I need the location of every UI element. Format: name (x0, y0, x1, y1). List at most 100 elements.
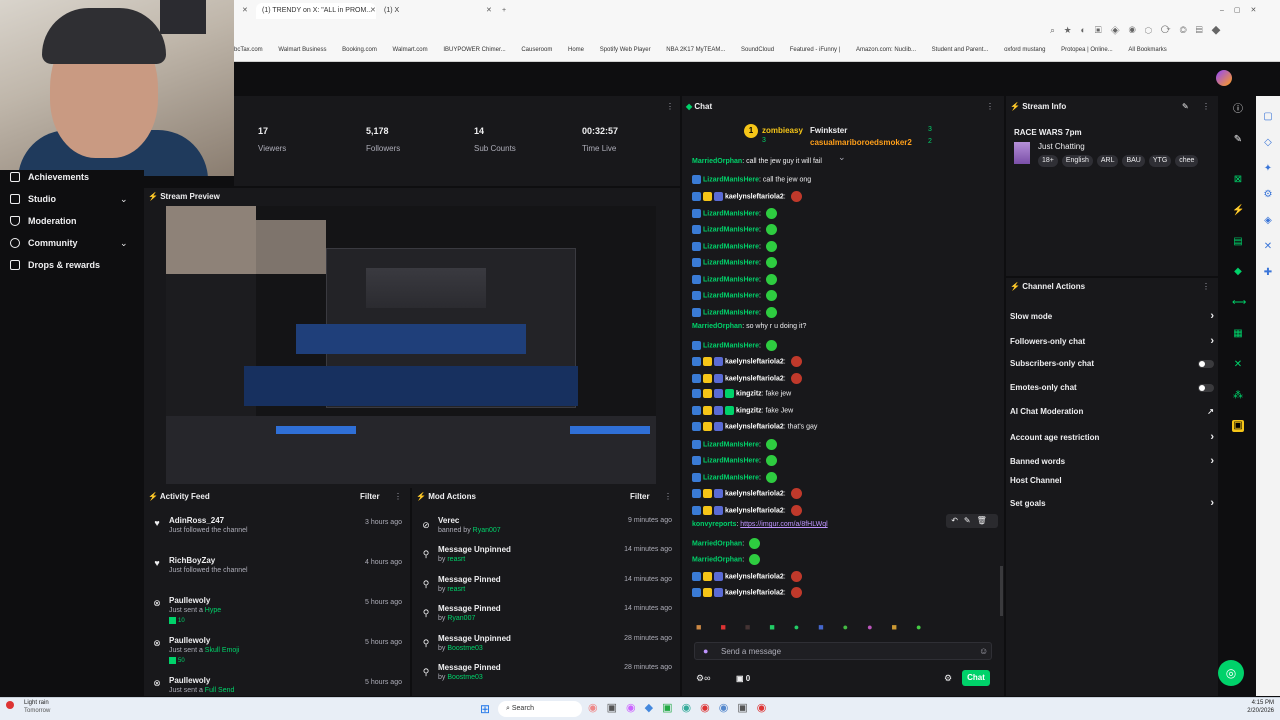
chat-username[interactable]: LizardManIsHere (703, 441, 759, 448)
new-tab-icon[interactable]: + (496, 3, 510, 19)
chat-username[interactable]: kaelynsleftariola2 (725, 193, 784, 200)
feed-username[interactable]: AdinRoss_247 (169, 516, 224, 525)
clock-date[interactable]: 2/20/2026 (1234, 708, 1274, 714)
edit-icon[interactable]: ✎ (1182, 102, 1189, 111)
chat-username[interactable]: kaelynsleftariola2 (725, 507, 784, 514)
channel-action-row[interactable]: Account age restriction › (1010, 431, 1214, 443)
channel-action-row[interactable]: AI Chat Moderation ↗ (1010, 407, 1214, 416)
feed-username[interactable]: RichBoyZay (169, 556, 215, 565)
chat-username[interactable]: LizardManIsHere (703, 309, 759, 316)
tag[interactable]: chee (1175, 155, 1199, 167)
chat-username[interactable]: LizardManIsHere (703, 259, 759, 266)
chat-username[interactable]: kingzitz (736, 407, 762, 414)
chat-username[interactable]: LizardManIsHere (703, 210, 759, 217)
bookmark[interactable]: SoundCloud (741, 42, 774, 58)
mod-by-user[interactable]: reasrt (447, 556, 465, 563)
taskbar-search[interactable]: ⌕ Search (498, 701, 582, 717)
feed-username[interactable]: Paullewoly (169, 596, 210, 605)
chat-scrollbar[interactable] (1000, 566, 1003, 616)
bookmark[interactable]: Walmart Business (278, 42, 326, 58)
tag[interactable]: English (1061, 155, 1093, 167)
bookmark[interactable]: NBA 2K17 MyTEAM... (666, 42, 725, 58)
mod-by-user[interactable]: Boostme03 (447, 674, 482, 681)
chat-username[interactable]: kaelynsleftariola2 (725, 573, 784, 580)
users-icon[interactable]: ⁂ (1232, 390, 1244, 402)
chat-username[interactable]: MarriedOrphan (692, 540, 742, 547)
chevron-down-icon[interactable]: ⌄ (838, 152, 846, 163)
chat-input[interactable]: ● Send a message ☺ (694, 642, 992, 660)
bookmark[interactable]: Home (568, 42, 584, 58)
clock-time[interactable]: 4:15 PM (1234, 700, 1274, 706)
bookmark[interactable]: Causeroom (521, 42, 552, 58)
clipboard-icon[interactable]: ▤ (1232, 236, 1244, 248)
more-options-icon[interactable]: ⋮ (394, 492, 402, 501)
more-options-icon[interactable]: ⋮ (1202, 282, 1210, 291)
settings-icons[interactable]: ⚙∞ (696, 673, 710, 684)
close-tab-icon[interactable]: ✕ (364, 3, 376, 19)
channel-action-row[interactable]: Banned words › (1010, 455, 1214, 467)
lightning-icon[interactable]: ⚡ (1232, 205, 1244, 217)
chevron-down-icon[interactable]: ⌄ (120, 238, 128, 249)
leader-name[interactable]: Fwinkster (810, 126, 847, 135)
taskbar-app-icons[interactable]: ◉▣◉◆▣◉◉◉▣◉ (588, 701, 775, 714)
chat-username[interactable]: MarriedOrphan (692, 556, 742, 563)
gear-icon[interactable]: ⚙ (944, 673, 952, 684)
close-tab-icon[interactable]: ✕ (480, 3, 492, 19)
toggle-switch[interactable] (1198, 383, 1214, 392)
bookmark[interactable]: Walmart.com (393, 42, 428, 58)
feed-username[interactable]: Paullewoly (169, 636, 210, 645)
sidebar-item-achievements[interactable]: Achievements (10, 172, 89, 182)
chat-username[interactable]: LizardManIsHere (703, 292, 759, 299)
mod-by-user[interactable]: Ryan007 (447, 615, 475, 622)
channel-action-row[interactable]: Followers-only chat › (1010, 335, 1214, 347)
browser-tab[interactable]: (1) TRENDY on X: "ALL in PROM... (256, 3, 376, 19)
chevron-right-icon[interactable]: › (1210, 431, 1214, 443)
channel-action-row[interactable]: Host Channel (1010, 476, 1214, 485)
window-controls[interactable]: –▢✕ (1214, 3, 1274, 19)
chat-username[interactable]: kaelynsleftariola2 (725, 423, 784, 430)
browser-tab[interactable]: (1) X (378, 3, 478, 19)
bookmark[interactable]: Protopea | Online... (1061, 42, 1113, 58)
stream-preview-video[interactable] (166, 206, 656, 484)
audio-icon[interactable]: ⟷ (1232, 297, 1246, 309)
chat-username[interactable]: konvyreports (692, 521, 736, 528)
bookmark[interactable]: bcTax.com (234, 42, 263, 58)
hammer-icon[interactable]: ✕ (1232, 359, 1244, 371)
bookmark[interactable]: oxford mustang (1004, 42, 1045, 58)
chat-username[interactable]: LizardManIsHere (703, 474, 759, 481)
chat-username[interactable]: LizardManIsHere (703, 243, 759, 250)
weather-label[interactable]: Light rain (24, 700, 49, 706)
chat-username[interactable]: LizardManIsHere (703, 457, 759, 464)
browser-toolbar-icons[interactable]: ⌕★◐▣◈◉⬡⟳◎▤◆ (1050, 25, 1278, 37)
message-actions[interactable]: ↶✎🗑 (946, 514, 998, 528)
bookmark[interactable]: Spotify Web Player (600, 42, 651, 58)
chevron-down-icon[interactable]: ⌄ (120, 194, 128, 205)
chat-username[interactable]: kingzitz (736, 390, 762, 397)
toggle-switch[interactable] (1198, 359, 1214, 368)
sidebar-item-moderation[interactable]: Moderation (10, 216, 77, 226)
leader-name[interactable]: zombieasy (762, 126, 803, 135)
pencil-icon[interactable]: ✎ (1232, 134, 1244, 146)
chat-username[interactable]: LizardManIsHere (703, 276, 759, 283)
mod-by-user[interactable]: Ryan007 (473, 527, 501, 534)
chevron-right-icon[interactable]: › (1210, 335, 1214, 347)
crop-icon[interactable]: ⊠ (1232, 174, 1244, 186)
chevron-right-icon[interactable]: › (1210, 310, 1214, 322)
category-name[interactable]: Just Chatting (1038, 142, 1085, 151)
chevron-right-icon[interactable]: › (1210, 455, 1214, 467)
feed-username[interactable]: Paullewoly (169, 676, 210, 685)
tag[interactable]: BAU (1122, 155, 1145, 167)
channel-points[interactable]: ▣ 0 (736, 674, 750, 683)
help-chat-button[interactable]: ◎ (1218, 660, 1244, 686)
channel-action-row[interactable]: Set goals › (1010, 497, 1214, 509)
chat-username[interactable]: MarriedOrphan (692, 158, 742, 165)
emote-bar[interactable]: ■■■■●■●●■● (696, 622, 992, 636)
bookmark[interactable]: IBUYPOWER Chimer... (443, 42, 505, 58)
sidebar-item-studio[interactable]: Studio (10, 194, 56, 204)
sidebar-item-community[interactable]: Community (10, 238, 78, 248)
mod-filter-button[interactable]: Filter (630, 492, 650, 501)
bookmark[interactable]: Booking.com (342, 42, 377, 58)
chat-username[interactable]: LizardManIsHere (703, 176, 759, 183)
chat-username[interactable]: kaelynsleftariola2 (725, 358, 784, 365)
side-panel-icons[interactable]: ▢ ◇ ✦ ⚙ ◈ ✕ ✚ (1262, 104, 1274, 304)
